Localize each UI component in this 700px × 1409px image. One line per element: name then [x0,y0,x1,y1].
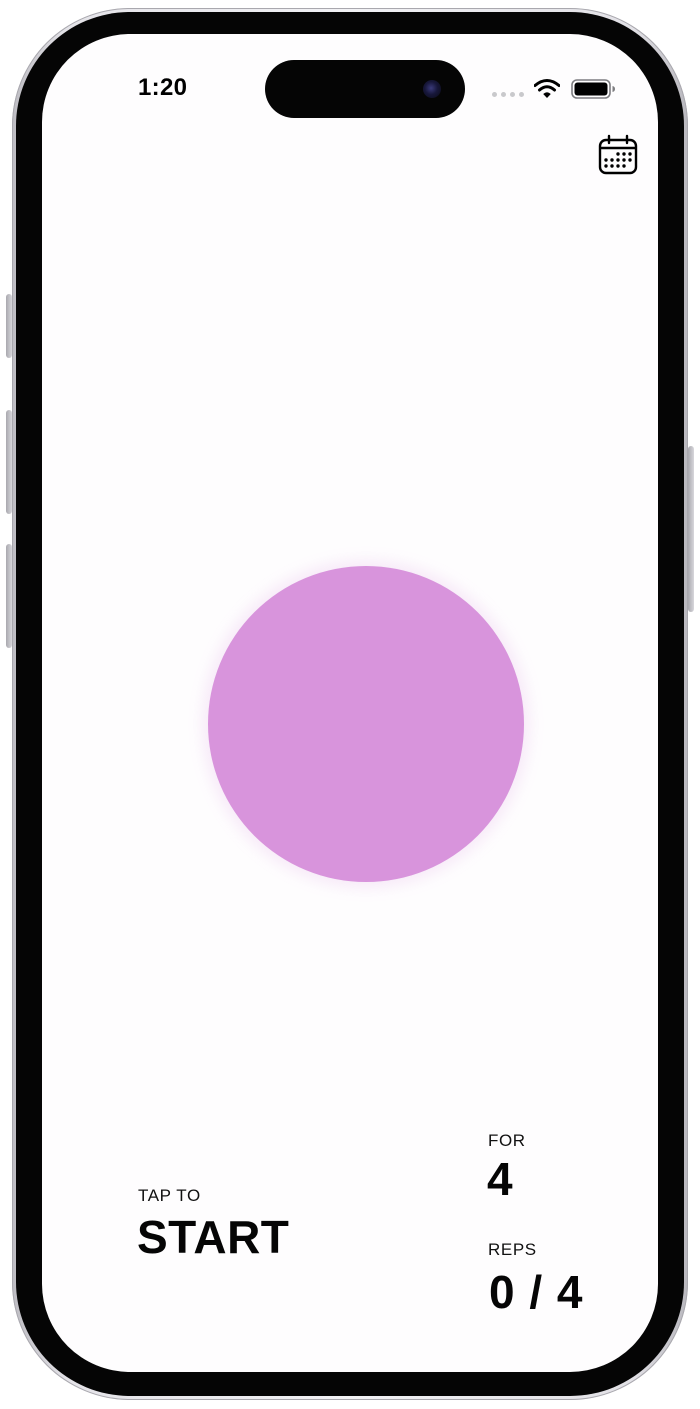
calendar-icon[interactable] [597,134,639,176]
battery-icon [571,79,615,99]
status-time: 1:20 [138,74,188,101]
breathing-circle[interactable] [208,566,524,882]
reps-label: REPS [488,1240,537,1259]
dynamic-island [265,60,465,118]
reps-counter: 0 / 4 [489,1266,583,1318]
wifi-icon [534,79,560,98]
action-button [6,294,12,358]
duration-label: FOR [488,1131,526,1150]
phone-frame: 1:20 TAP TO START FOR 4 REPS 0 / 4 [12,8,688,1400]
duration-value: 4 [487,1153,513,1205]
app-screen: 1:20 TAP TO START FOR 4 REPS 0 / 4 [42,34,658,1372]
front-camera-icon [423,80,441,98]
start-button[interactable]: START [137,1210,289,1264]
power-button [688,446,694,612]
volume-down-button [6,544,12,648]
tap-to-label: TAP TO [138,1186,201,1205]
volume-up-button [6,410,12,514]
cellular-signal-icon [492,92,524,97]
